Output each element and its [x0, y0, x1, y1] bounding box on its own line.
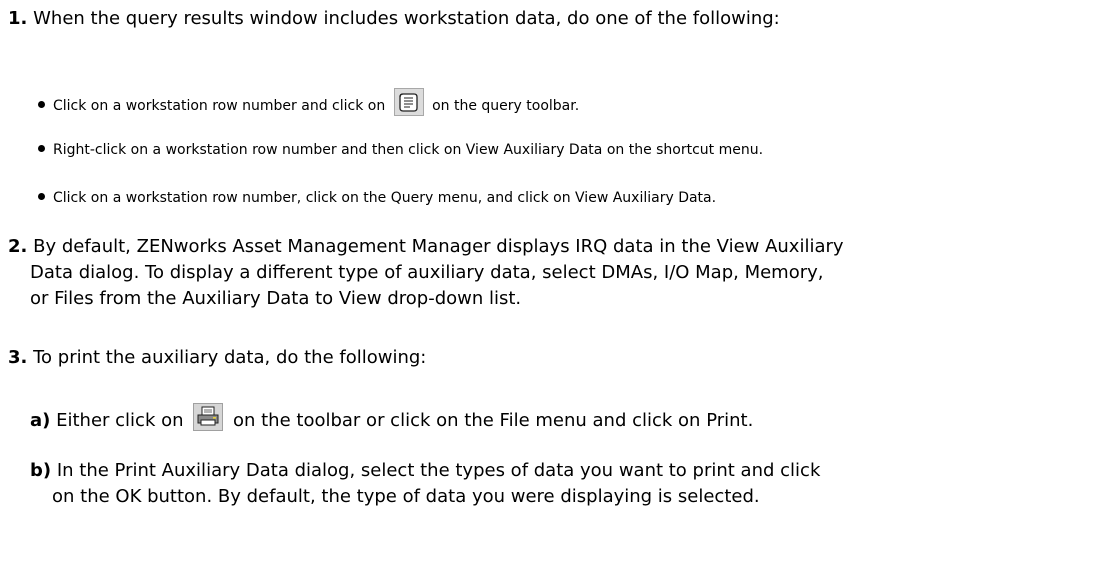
bullet-item: Click on a workstation row number and cl…	[38, 88, 1098, 116]
substep-label: b)	[30, 460, 52, 481]
bullet-dot	[38, 193, 45, 200]
view-auxiliary-data-icon[interactable]	[393, 88, 424, 116]
step-number: 2.	[8, 236, 28, 257]
bullet-text-before: Click on a workstation row number and cl…	[53, 98, 386, 114]
step-number: 3.	[8, 347, 28, 368]
step-text-line: By default, ZENworks Asset Management Ma…	[33, 236, 844, 257]
printer-icon[interactable]	[193, 403, 224, 431]
step-text: To print the auxiliary data, do the foll…	[33, 347, 427, 368]
step-2: 2. By default, ZENworks Asset Management…	[8, 234, 1103, 312]
bullet-text: Right-click on a workstation row number …	[53, 142, 764, 158]
bullet-text: Click on a workstation row number, click…	[53, 190, 717, 206]
substep-b: b) In the Print Auxiliary Data dialog, s…	[30, 458, 1100, 510]
step-text: When the query results window includes w…	[33, 8, 780, 29]
substep-text-line: on the OK button. By default, the type o…	[52, 486, 760, 507]
step-text-line: or Files from the Auxiliary Data to View…	[30, 288, 522, 309]
substep-text-line: In the Print Auxiliary Data dialog, sele…	[56, 460, 821, 481]
step-3: 3. To print the auxiliary data, do the f…	[8, 345, 1103, 371]
substep-a: a) Either click on on the toolbar or cli…	[30, 403, 1100, 434]
bullet-item: Right-click on a workstation row number …	[38, 140, 1098, 160]
substep-label: a)	[30, 410, 51, 431]
step-text-line: Data dialog. To display a different type…	[30, 262, 824, 283]
step-number: 1.	[8, 8, 28, 29]
substep-text-after: on the toolbar or click on the File menu…	[232, 410, 754, 431]
bullet-dot	[38, 145, 45, 152]
document-page: { "step1": { "number": "1.", "text": "Wh…	[0, 0, 1111, 569]
substep-text-before: Either click on	[56, 410, 184, 431]
bullet-dot	[38, 101, 45, 108]
bullet-item: Click on a workstation row number, click…	[38, 188, 1098, 208]
bullet-text-after: on the query toolbar.	[432, 98, 580, 114]
step-1: 1. When the query results window include…	[8, 6, 1103, 32]
